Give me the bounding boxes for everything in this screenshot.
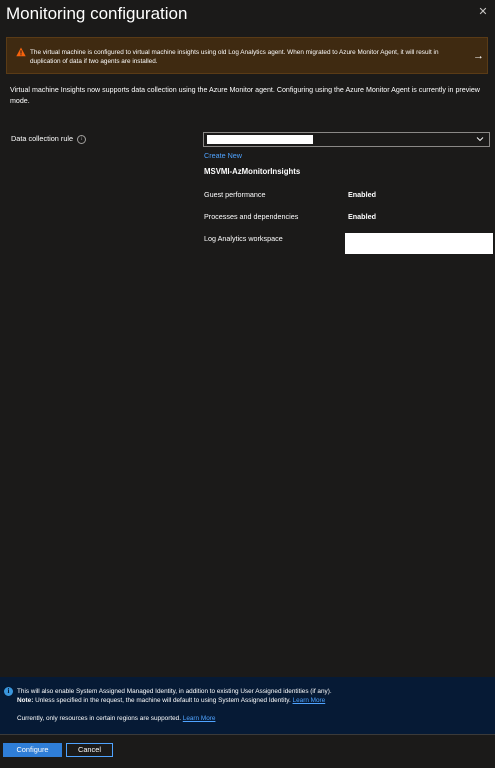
info-line-1: This will also enable System Assigned Ma… (17, 688, 332, 695)
info-line-3: Currently, only resources in certain reg… (17, 715, 215, 722)
dcr-label: Data collection rule i (11, 134, 87, 144)
close-icon[interactable]: ✕ (477, 6, 489, 18)
log-analytics-workspace-value-redacted (345, 233, 493, 254)
note-label: Note: (17, 697, 34, 704)
warning-arrow-icon[interactable]: → (473, 50, 484, 62)
warning-text: The virtual machine is configured to vir… (30, 49, 439, 65)
cancel-button[interactable]: Cancel (66, 743, 113, 757)
regions-text: Currently, only resources in certain reg… (17, 715, 183, 722)
dcr-selected-value-redacted (207, 135, 313, 144)
guest-performance-value: Enabled (348, 190, 376, 199)
guest-performance-label: Guest performance (204, 190, 266, 199)
learn-more-link-identity[interactable]: Learn More (293, 697, 326, 704)
info-line-2: Note: Unless specified in the request, t… (17, 697, 325, 704)
note-text: Unless specified in the request, the mac… (33, 697, 293, 704)
info-icon: i (4, 687, 13, 696)
log-analytics-workspace-label: Log Analytics workspace (204, 234, 283, 243)
create-new-link[interactable]: Create New (204, 151, 242, 160)
configure-button[interactable]: Configure (3, 743, 62, 757)
page-title: Monitoring configuration (6, 4, 188, 23)
learn-more-link-regions[interactable]: Learn More (183, 715, 216, 722)
dcr-label-text: Data collection rule (11, 134, 74, 143)
info-icon[interactable]: i (77, 134, 87, 144)
intro-text: Virtual machine Insights now supports da… (10, 86, 480, 105)
footer-divider (0, 734, 495, 735)
warning-icon (16, 47, 26, 57)
processes-dependencies-label: Processes and dependencies (204, 212, 299, 221)
info-message-bar: i This will also enable System Assigned … (0, 677, 495, 734)
warning-banner: The virtual machine is configured to vir… (6, 37, 488, 74)
dcr-name: MSVMI-AzMonitorInsights (204, 167, 301, 176)
dcr-dropdown[interactable] (203, 132, 490, 147)
chevron-down-icon (476, 137, 484, 142)
processes-dependencies-value: Enabled (348, 212, 376, 221)
